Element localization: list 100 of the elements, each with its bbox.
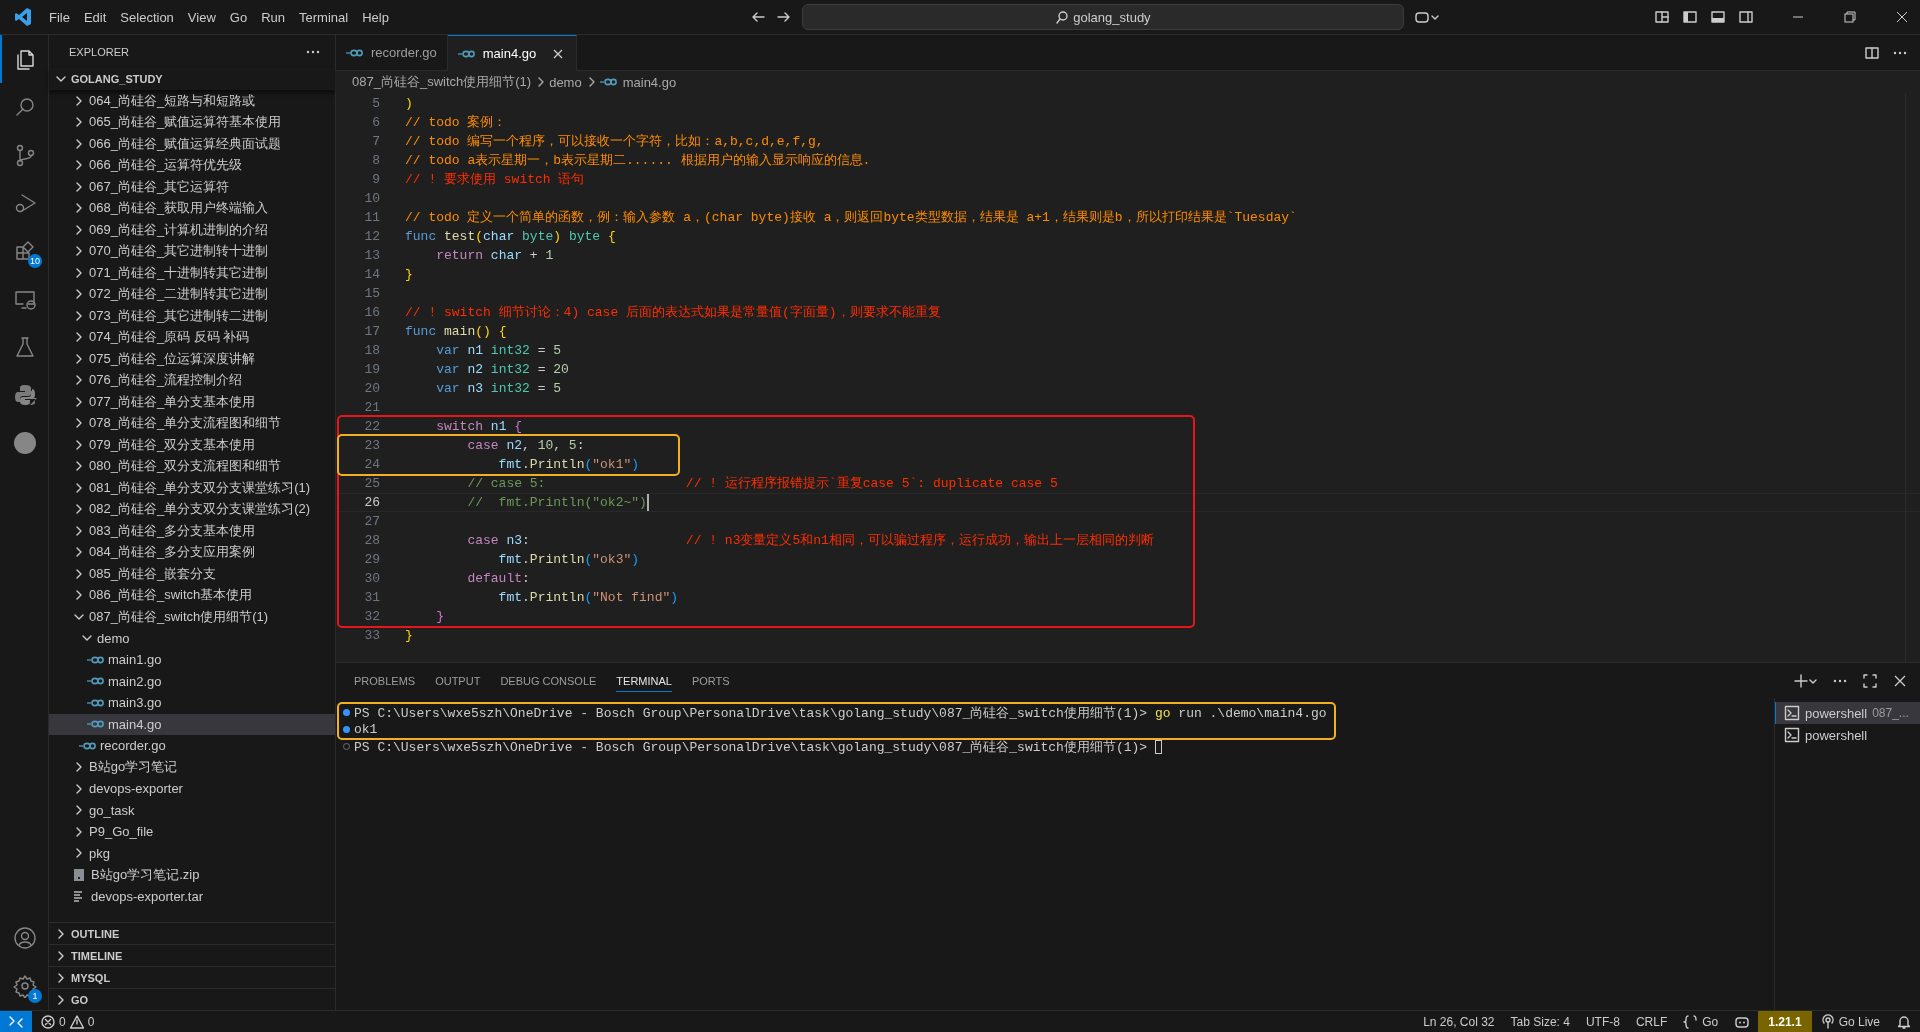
terminal-line: PS C:\Users\wxe5szh\OneDrive - Bosch Group\PersonalDrive\task\golang_study\087_尚硅谷_switch使用细节(1)> go run .\demo\main4.go — [354, 704, 1327, 722]
menu-item[interactable]: Selection — [113, 5, 181, 29]
folder-entry[interactable]: go_task — [49, 799, 335, 821]
version-badge[interactable]: 1.21.1 — [1758, 1011, 1812, 1032]
status-item[interactable]: UTF-8 — [1577, 1011, 1628, 1032]
go-source-entry[interactable]: main3.go — [49, 692, 335, 714]
code-line: func main() { — [405, 323, 507, 341]
terminal-item[interactable]: powershell 087_... — [1775, 702, 1920, 724]
folder-entry[interactable]: 074_尚硅谷_原码 反码 补码 — [49, 326, 335, 348]
code-line: // todo 定义一个简单的函数，例：输入参数 a，(char byte)接收 a，则返回byte类型数据，结果是 a+1，结果则是b，所以打印结果是`Tuesday` — [405, 209, 1297, 227]
bell-icon[interactable] — [1896, 1013, 1912, 1030]
remote-button[interactable] — [0, 1011, 32, 1032]
folder-entry[interactable]: 076_尚硅谷_流程控制介绍 — [49, 369, 335, 391]
folder-entry[interactable]: 066_尚硅谷_运算符优先级 — [49, 154, 335, 176]
language-button[interactable]: Go — [1675, 1011, 1727, 1032]
menu-item[interactable]: View — [180, 5, 223, 29]
editor-tab[interactable]: recorder.go — [336, 35, 448, 70]
archive-entry[interactable]: B站go学习笔记.zip — [49, 864, 335, 886]
restore-icon[interactable] — [1842, 9, 1858, 25]
folder-entry[interactable]: 077_尚硅谷_单分支基本使用 — [49, 391, 335, 413]
folder-entry[interactable]: 065_尚硅谷_赋值运算符基本使用 — [49, 111, 335, 133]
editor-tab[interactable]: main4.go — [447, 35, 578, 71]
folder-entry[interactable]: B站go学习笔记 — [49, 756, 335, 778]
panel-tab[interactable]: DEBUG CONSOLE — [500, 669, 597, 692]
line-number: 11 — [363, 209, 380, 227]
folder-entry[interactable]: devops-exporter — [49, 778, 335, 800]
status-item[interactable]: CRLF — [1627, 1011, 1676, 1032]
code-line: // ! 要求使用 switch 语句 — [405, 171, 585, 189]
folder-entry[interactable]: 080_尚硅谷_双分支流程图和细节 — [49, 455, 335, 477]
panel-layout-icon[interactable] — [1710, 9, 1726, 25]
folder-entry[interactable]: 087_尚硅谷_switch使用细节(1) — [49, 606, 335, 628]
account-icon — [13, 926, 37, 950]
panel-tab[interactable]: PROBLEMS — [354, 669, 416, 692]
problems-button[interactable]: 0 0 — [32, 1011, 103, 1032]
folder-entry[interactable]: pkg — [49, 842, 335, 864]
breadcrumb-item[interactable]: 087_尚硅谷_switch使用细节(1) — [352, 73, 532, 91]
folder-entry[interactable]: 085_尚硅谷_嵌套分支 — [49, 563, 335, 585]
close-icon[interactable] — [1894, 9, 1910, 25]
menu-item[interactable]: File — [42, 5, 77, 29]
line-number: 25 — [363, 475, 380, 493]
status-item[interactable]: Ln 26, Col 32 — [1415, 1011, 1503, 1032]
folder-entry[interactable]: 079_尚硅谷_双分支基本使用 — [49, 434, 335, 456]
command-search-field[interactable]: golang_study — [801, 4, 1404, 30]
folder-entry[interactable]: 078_尚硅谷_单分支流程图和细节 — [49, 412, 335, 434]
section-header[interactable]: TIMELINE — [49, 944, 335, 966]
error-icon — [40, 1013, 56, 1030]
settings-button[interactable]: 1 — [0, 962, 48, 1010]
menu-item[interactable]: Help — [355, 5, 396, 29]
menu-item[interactable]: Go — [222, 5, 255, 29]
menu-item[interactable]: Run — [254, 5, 292, 29]
split-layout-icon[interactable] — [1738, 9, 1754, 25]
folder-entry[interactable]: 075_尚硅谷_位运算深度讲解 — [49, 348, 335, 370]
tar-entry[interactable]: devops-exporter.tar — [49, 885, 335, 907]
folder-entry[interactable]: 084_尚硅谷_多分支应用案例 — [49, 541, 335, 563]
panel-tab[interactable]: OUTPUT — [435, 669, 481, 692]
sidebar-layout-icon[interactable] — [1682, 9, 1698, 25]
line-number: 15 — [363, 285, 380, 303]
folder-entry[interactable]: 069_尚硅谷_计算机进制的介绍 — [49, 219, 335, 241]
menu-item[interactable]: Edit — [76, 5, 114, 29]
folder-header[interactable]: GOLANG_STUDY — [49, 68, 335, 90]
go-source-entry[interactable]: main4.go — [49, 713, 335, 735]
folder-entry[interactable]: 073_尚硅谷_其它进制转二进制 — [49, 305, 335, 327]
maximize-icon[interactable] — [1862, 672, 1878, 689]
folder-entry[interactable]: demo — [49, 627, 335, 649]
breadcrumb-item[interactable]: demo — [549, 74, 582, 90]
panel-tab[interactable]: TERMINAL — [616, 669, 672, 692]
breadcrumb-item[interactable]: main4.go — [622, 74, 677, 90]
go-source-entry[interactable]: main2.go — [49, 670, 335, 692]
section-header[interactable]: OUTLINE — [49, 922, 335, 944]
folder-entry[interactable]: 071_尚硅谷_十进制转其它进制 — [49, 262, 335, 284]
folder-entry[interactable]: 070_尚硅谷_其它进制转十进制 — [49, 240, 335, 262]
menu-item[interactable]: Terminal — [292, 5, 356, 29]
code-line: // todo 案例： — [405, 114, 507, 132]
line-number: 16 — [363, 304, 380, 322]
folder-entry[interactable]: 067_尚硅谷_其它运算符 — [49, 176, 335, 198]
folder-entry[interactable]: 064_尚硅谷_短路与和短路或 — [49, 90, 335, 112]
folder-entry[interactable]: 068_尚硅谷_获取用户终端输入 — [49, 197, 335, 219]
extensions-button[interactable]: 10 — [0, 227, 48, 275]
folder-entry[interactable]: 083_尚硅谷_多分支基本使用 — [49, 520, 335, 542]
folder-entry[interactable]: 072_尚硅谷_二进制转其它进制 — [49, 283, 335, 305]
terminal-item[interactable]: powershell — [1775, 724, 1920, 746]
folder-entry[interactable]: 082_尚硅谷_单分支双分支课堂练习(2) — [49, 498, 335, 520]
folder-entry[interactable]: 086_尚硅谷_switch基本使用 — [49, 584, 335, 606]
folder-entry[interactable]: 081_尚硅谷_单分支双分支课堂练习(1) — [49, 477, 335, 499]
split-editor-icon[interactable] — [1864, 44, 1880, 61]
code-line: fmt.Println("Not find") — [497, 589, 679, 607]
status-item[interactable]: Tab Size: 4 — [1502, 1011, 1578, 1032]
go-live-button[interactable]: Go Live — [1811, 1011, 1888, 1032]
go-source-entry[interactable]: recorder.go — [49, 735, 335, 757]
section-header[interactable]: MYSQL — [49, 966, 335, 988]
status-dot — [343, 709, 350, 716]
line-number: 10 — [363, 190, 380, 208]
layout-icon[interactable] — [1654, 9, 1670, 25]
panel-tab[interactable]: PORTS — [691, 669, 730, 692]
folder-entry[interactable]: 066_尚硅谷_赋值运算经典面试题 — [49, 133, 335, 155]
plus-chevron-icon[interactable] — [1794, 672, 1818, 689]
folder-entry[interactable]: P9_Go_file — [49, 821, 335, 843]
go-source-entry[interactable]: main1.go — [49, 649, 335, 671]
panel-title: EXPLORER — [69, 45, 129, 58]
code-line: // todo 编写一个程序，可以接收一个字符，比如：a,b,c,d,e,f,g, — [405, 133, 824, 151]
